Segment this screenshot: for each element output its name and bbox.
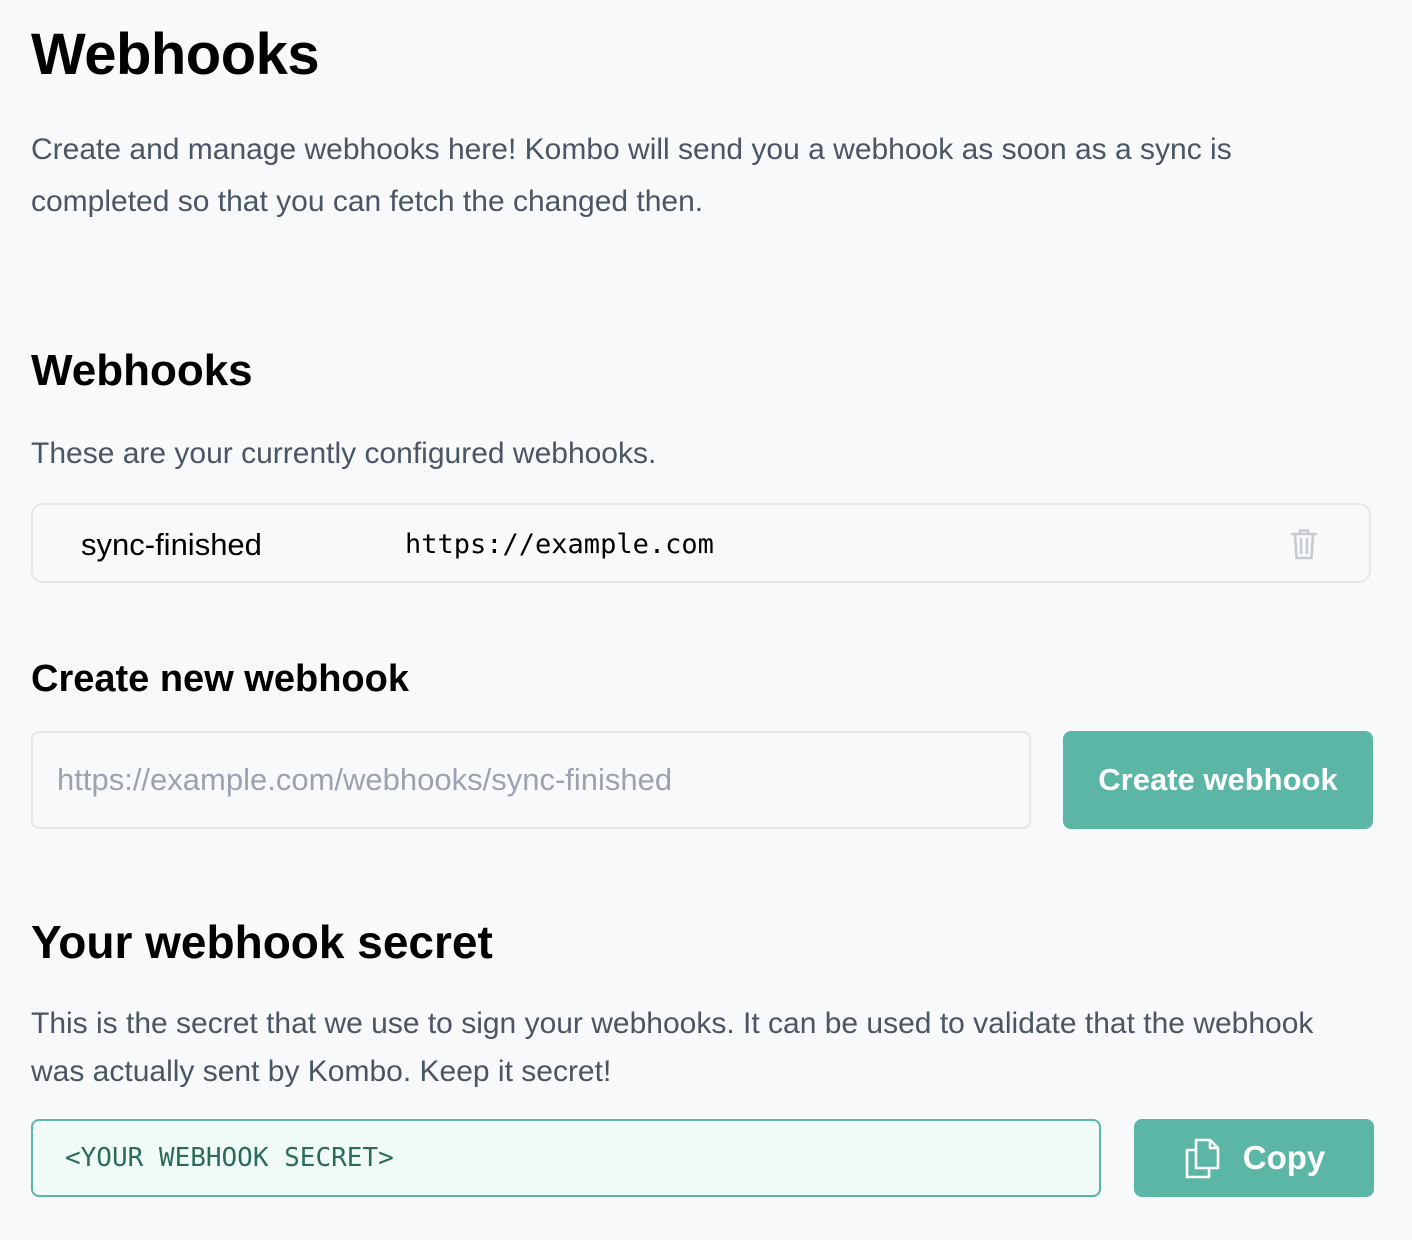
webhook-url: https://example.com (405, 529, 714, 560)
copy-button[interactable]: Copy (1134, 1119, 1374, 1197)
secret-section-title: Your webhook secret (31, 916, 493, 968)
webhooks-section-title: Webhooks (31, 346, 253, 395)
webhook-row: sync-finished https://example.com (31, 503, 1371, 583)
page-intro: Create and manage webhooks here! Kombo w… (31, 133, 1232, 218)
webhook-event: sync-finished (81, 527, 262, 562)
copy-icon (1183, 1137, 1221, 1179)
webhooks-section-description: These are your currently configured webh… (31, 437, 657, 470)
copy-button-label: Copy (1242, 1139, 1326, 1176)
secret-section-description: This is the secret that we use to sign y… (31, 1007, 1314, 1088)
trash-icon[interactable] (1289, 527, 1319, 561)
webhook-url-input[interactable] (31, 731, 1031, 829)
create-section-title: Create new webhook (31, 658, 409, 700)
webhook-secret-field[interactable]: <YOUR WEBHOOK SECRET> (31, 1119, 1101, 1197)
page-title: Webhooks (31, 22, 320, 87)
create-webhook-button[interactable]: Create webhook (1063, 731, 1373, 829)
webhooks-page: Webhooks Create and manage webhooks here… (0, 0, 1412, 1240)
